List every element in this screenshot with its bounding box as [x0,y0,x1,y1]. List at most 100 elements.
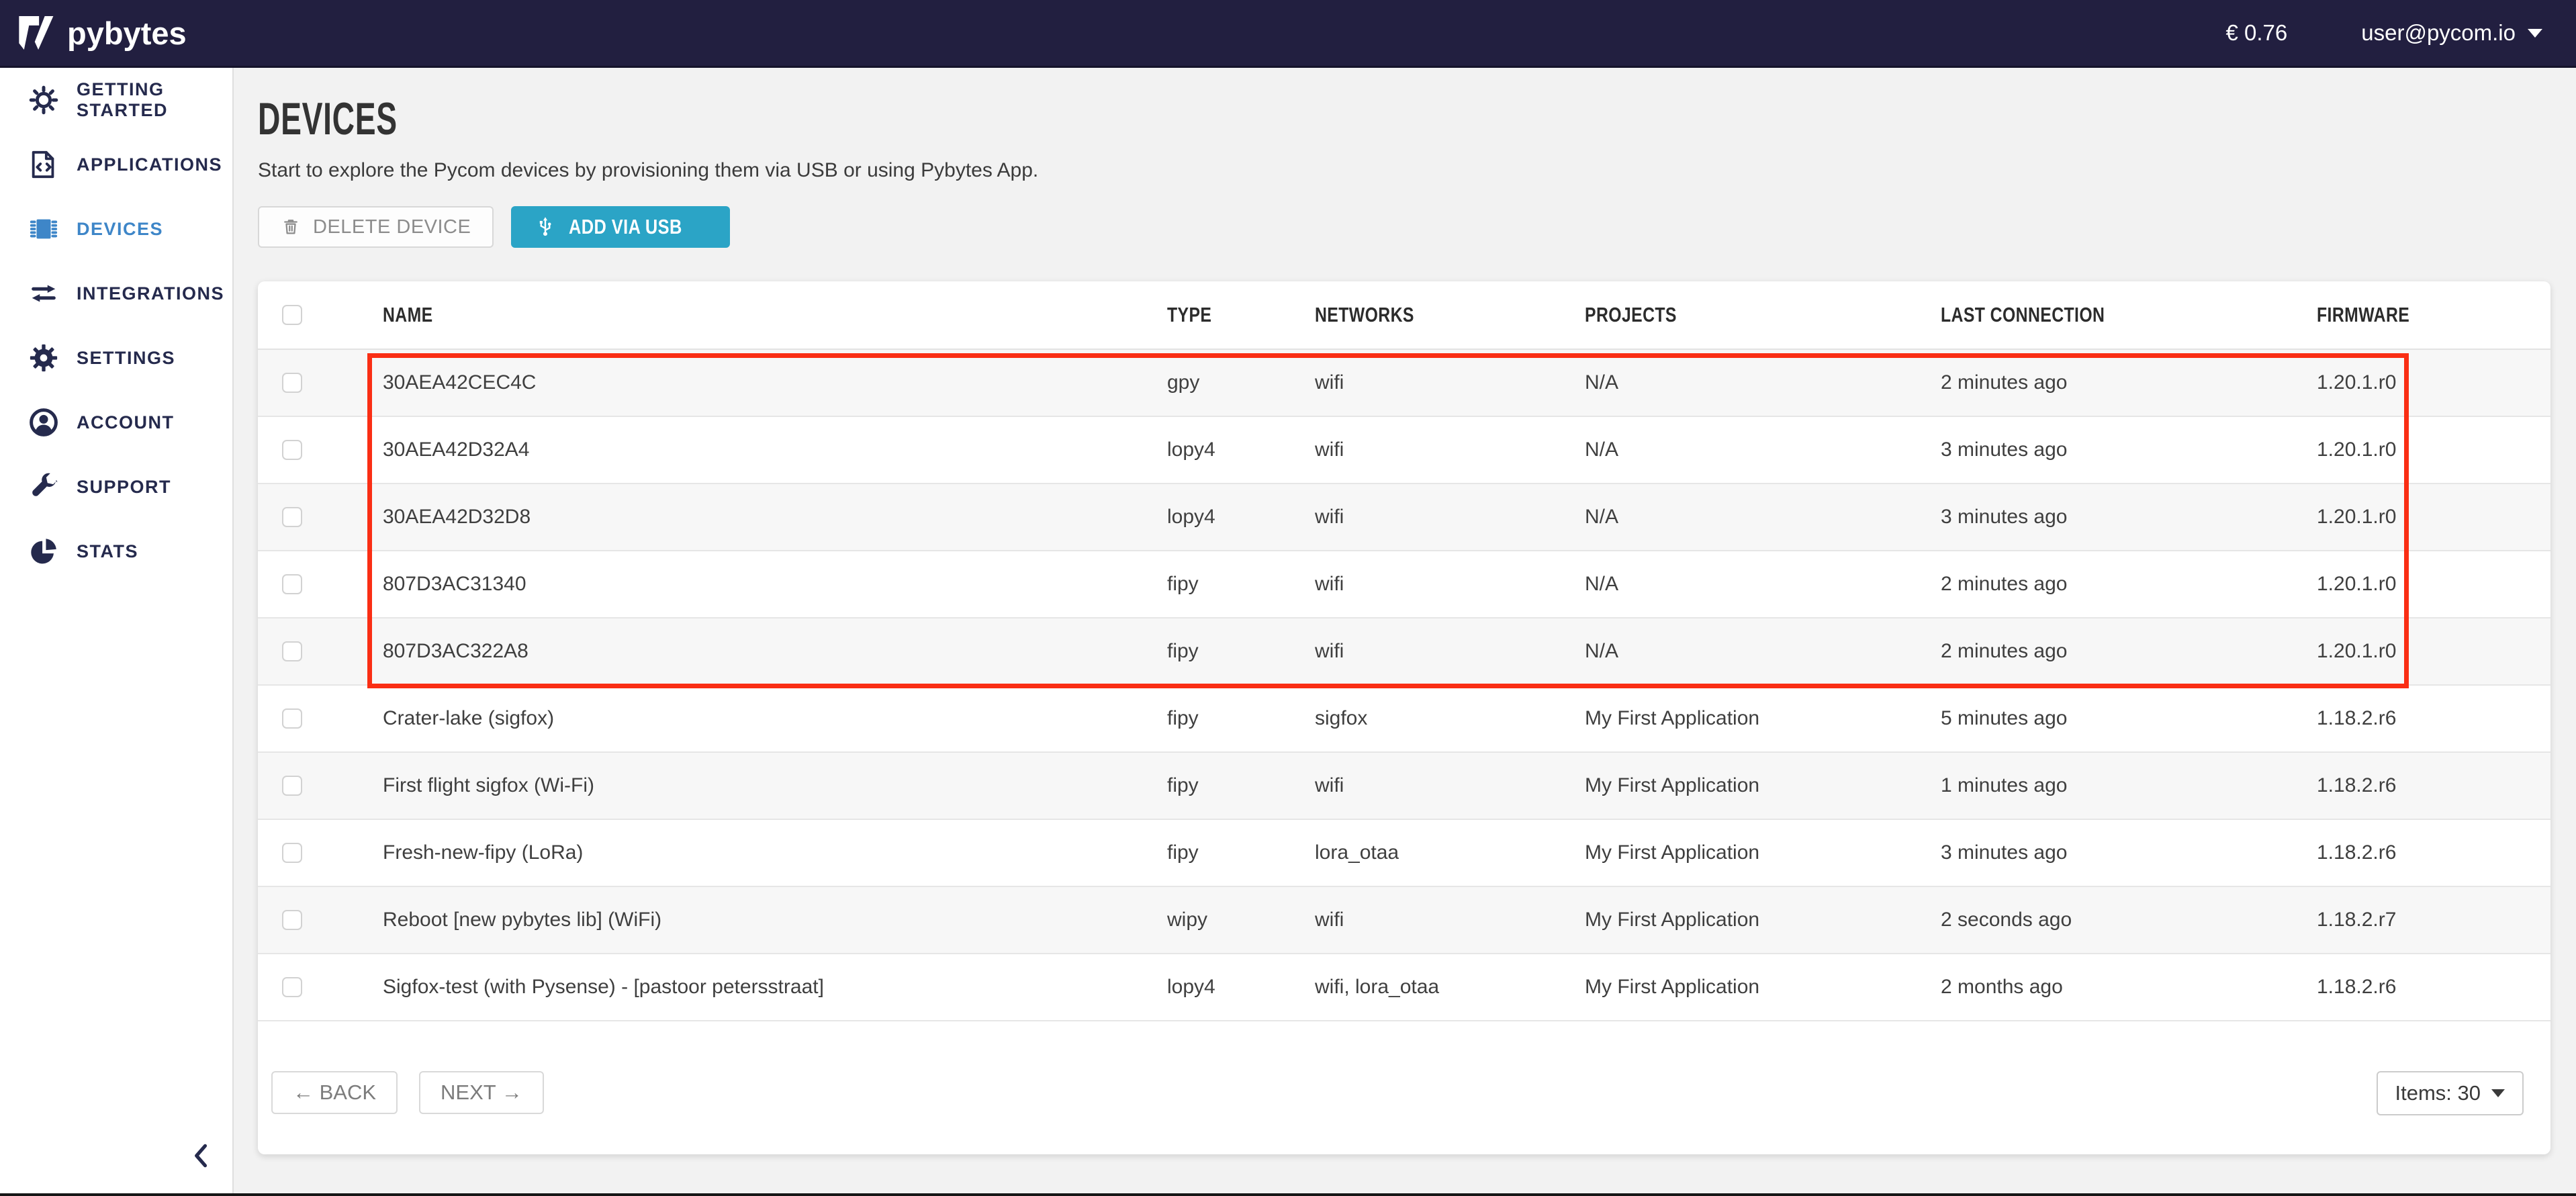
device-projects: N/A [1561,371,1917,394]
table-body: 30AEA42CEC4C gpy wifi N/A 2 minutes ago … [258,350,2550,1021]
chip-icon [27,212,60,246]
table-row[interactable]: 807D3AC31340 fipy wifi N/A 2 minutes ago… [258,551,2550,618]
sidebar-item-devices[interactable]: DEVICES [0,197,232,261]
device-projects: My First Application [1561,976,1917,999]
items-per-page-dropdown[interactable]: Items: 30 [2377,1071,2524,1115]
row-checkbox[interactable] [282,641,302,661]
sidebar-item-applications[interactable]: APPLICATIONS [0,132,232,197]
column-header-networks: NETWORKS [1315,303,1414,327]
top-bar: pybytes € 0.76 user@pycom.io [0,0,2576,68]
device-last-connection: 2 minutes ago [1917,371,2293,394]
row-checkbox[interactable] [282,373,302,393]
sidebar-item-integrations[interactable]: INTEGRATIONS [0,261,232,326]
device-projects: My First Application [1561,909,1917,931]
row-checkbox[interactable] [282,843,302,863]
device-name: 30AEA42D32D8 [359,506,1143,528]
device-last-connection: 2 seconds ago [1917,909,2293,931]
table-row[interactable]: First flight sigfox (Wi-Fi) fipy wifi My… [258,753,2550,820]
device-networks: lora_otaa [1291,841,1561,864]
swap-arrows-icon [27,277,60,310]
device-projects: N/A [1561,640,1917,663]
back-button[interactable]: ← BACK [271,1071,398,1114]
device-firmware: 1.18.2.r6 [2293,976,2550,999]
device-type: fipy [1143,707,1291,730]
account-balance: € 0.76 [2226,20,2288,46]
device-name: Crater-lake (sigfox) [359,707,1143,730]
device-networks: sigfox [1291,707,1561,730]
table-row[interactable]: Fresh-new-fipy (LoRa) fipy lora_otaa My … [258,820,2550,887]
brand-logo[interactable]: pybytes [19,15,187,52]
code-file-icon [27,148,60,181]
device-last-connection: 2 minutes ago [1917,640,2293,663]
row-checkbox[interactable] [282,776,302,796]
page-title: DEVICES [258,95,2576,143]
table-row[interactable]: 30AEA42CEC4C gpy wifi N/A 2 minutes ago … [258,350,2550,417]
table-row[interactable]: 807D3AC322A8 fipy wifi N/A 2 minutes ago… [258,618,2550,686]
add-via-usb-button[interactable]: ADD VIA USB [511,206,730,248]
sidebar-item-label: DEVICES [77,219,163,240]
device-firmware: 1.18.2.r6 [2293,707,2550,730]
device-name: 30AEA42D32A4 [359,439,1143,461]
row-checkbox[interactable] [282,507,302,527]
column-header-name: NAME [383,303,433,327]
device-name: Fresh-new-fipy (LoRa) [359,841,1143,864]
sidebar-item-settings[interactable]: SETTINGS [0,326,232,390]
table-row[interactable]: Sigfox-test (with Pysense) - [pastoor pe… [258,954,2550,1021]
sidebar-item-label: INTEGRATIONS [77,283,224,304]
device-firmware: 1.20.1.r0 [2293,640,2550,663]
pie-chart-icon [27,535,60,568]
pycom-logo-icon [19,16,56,50]
sidebar-item-support[interactable]: SUPPORT [0,455,232,519]
sidebar: GETTING STARTED APPLICATIONS DEVICES [0,68,234,1196]
table-row[interactable]: Crater-lake (sigfox) fipy sigfox My Firs… [258,686,2550,753]
row-checkbox[interactable] [282,977,302,997]
device-firmware: 1.18.2.r6 [2293,841,2550,864]
column-header-last-connection: LAST CONNECTION [1941,303,2105,327]
select-all-checkbox[interactable] [282,305,302,325]
device-name: 30AEA42CEC4C [359,371,1143,394]
trash-icon [281,217,301,237]
table-header-row: NAME TYPE NETWORKS PROJECTS LAST CONNECT… [258,281,2550,350]
main-content: DEVICES Start to explore the Pycom devic… [234,68,2576,1196]
device-networks: wifi, lora_otaa [1291,976,1561,999]
user-icon [27,406,60,439]
device-last-connection: 3 minutes ago [1917,506,2293,528]
device-networks: wifi [1291,573,1561,596]
delete-device-label: DELETE DEVICE [313,216,471,238]
row-checkbox[interactable] [282,708,302,729]
column-header-projects: PROJECTS [1585,303,1677,327]
pagination: ← BACK NEXT → [271,1071,544,1114]
device-last-connection: 3 minutes ago [1917,841,2293,864]
device-firmware: 1.18.2.r6 [2293,774,2550,797]
device-networks: wifi [1291,439,1561,461]
gear-icon [27,341,60,375]
device-type: lopy4 [1143,976,1291,999]
sidebar-collapse-chevron-icon[interactable] [187,1141,216,1170]
table-row[interactable]: 30AEA42D32A4 lopy4 wifi N/A 3 minutes ag… [258,417,2550,484]
device-type: gpy [1143,371,1291,394]
device-networks: wifi [1291,506,1561,528]
device-last-connection: 5 minutes ago [1917,707,2293,730]
sidebar-item-label: APPLICATIONS [77,154,222,175]
row-checkbox[interactable] [282,910,302,930]
sidebar-item-stats[interactable]: STATS [0,519,232,584]
device-firmware: 1.20.1.r0 [2293,506,2550,528]
device-name: 807D3AC322A8 [359,640,1143,663]
sun-icon [27,83,60,117]
sidebar-item-getting-started[interactable]: GETTING STARTED [0,68,232,132]
row-checkbox[interactable] [282,440,302,460]
sidebar-item-account[interactable]: ACCOUNT [0,390,232,455]
user-menu[interactable]: user@pycom.io [2361,20,2542,46]
next-button[interactable]: NEXT → [419,1071,544,1114]
table-row[interactable]: Reboot [new pybytes lib] (WiFi) wipy wif… [258,887,2550,954]
device-networks: wifi [1291,371,1561,394]
device-networks: wifi [1291,909,1561,931]
device-type: lopy4 [1143,439,1291,461]
row-checkbox[interactable] [282,574,302,594]
sidebar-item-label: GETTING STARTED [77,79,232,121]
column-header-firmware: FIRMWARE [2317,303,2409,327]
table-row[interactable]: 30AEA42D32D8 lopy4 wifi N/A 3 minutes ag… [258,484,2550,551]
device-projects: My First Application [1561,841,1917,864]
add-via-usb-label: ADD VIA USB [569,215,682,239]
delete-device-button[interactable]: DELETE DEVICE [258,206,494,248]
